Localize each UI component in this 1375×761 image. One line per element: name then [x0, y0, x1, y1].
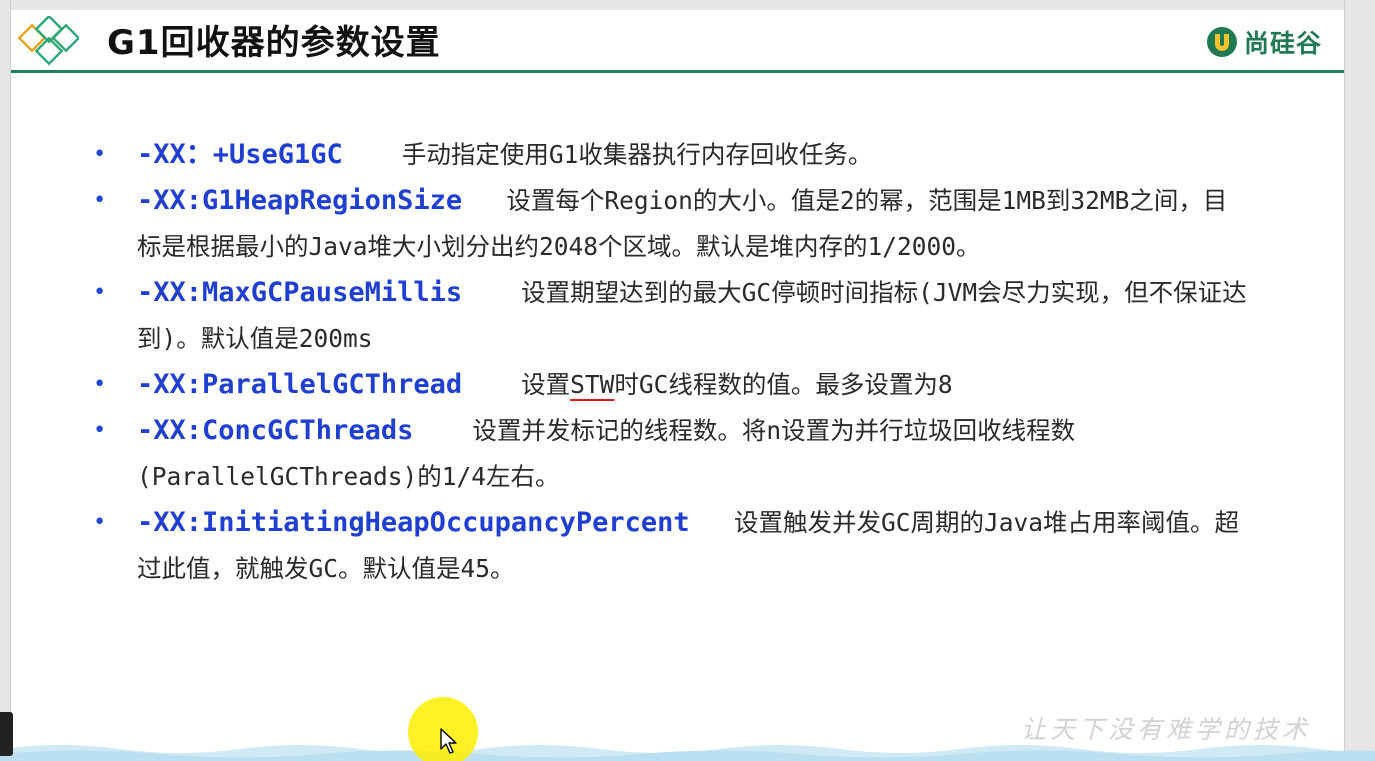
- param-name: -XX:ParallelGCThread: [137, 369, 463, 400]
- list-item: • -XX:MaxGCPauseMillis 设置期望达到的最大GC停顿时间指标…: [89, 270, 1249, 362]
- list-item: • -XX:ParallelGCThread 设置STW时GC线程数的值。最多设…: [89, 362, 1249, 408]
- param-name: -XX:InitiatingHeapOccupancyPercent: [137, 507, 690, 538]
- window-top-border: [0, 0, 1375, 10]
- title-divider: [11, 70, 1344, 73]
- stw-highlight: STW: [570, 370, 615, 399]
- mouse-pointer-icon: [440, 728, 457, 754]
- diamond-logo-icon: [17, 16, 79, 66]
- brand: 尚硅谷: [1206, 24, 1322, 60]
- side-panel-handle[interactable]: [0, 712, 13, 756]
- list-item: • -XX:ConcGCThreads 设置并发标记的线程数。将n设置为并行垃圾…: [89, 408, 1249, 500]
- bullet: •: [93, 510, 107, 535]
- brand-mark-icon: [1206, 27, 1237, 57]
- bullet: •: [93, 418, 107, 443]
- param-description-end: 时GC线程数的值。最多设置为8: [614, 370, 953, 399]
- list-item: • -XX：+UseG1GC 手动指定使用G1收集器执行内存回收任务。: [89, 132, 1249, 178]
- list-item: • -XX:G1HeapRegionSize 设置每个Region的大小。值是2…: [89, 178, 1249, 270]
- param-name: -XX:ConcGCThreads: [137, 415, 414, 446]
- param-name: -XX:MaxGCPauseMillis: [137, 277, 463, 308]
- bullet: •: [93, 280, 107, 305]
- bottom-wave-decoration: [0, 745, 1375, 761]
- window-right-border: [1344, 0, 1375, 761]
- bullet: •: [93, 142, 107, 167]
- parameter-list: • -XX：+UseG1GC 手动指定使用G1收集器执行内存回收任务。 • -X…: [89, 132, 1249, 592]
- list-item: • -XX:InitiatingHeapOccupancyPercent 设置触…: [89, 500, 1249, 592]
- param-description-start: 设置: [521, 370, 571, 399]
- param-name: -XX:G1HeapRegionSize: [137, 185, 463, 216]
- slide: G1回收器的参数设置 尚硅谷 • -XX：+UseG1GC 手动指定使用G1收集…: [11, 10, 1344, 761]
- bullet: •: [93, 372, 107, 397]
- page-title: G1回收器的参数设置: [107, 23, 441, 63]
- brand-name: 尚硅谷: [1243, 29, 1322, 58]
- param-description: 手动指定使用G1收集器执行内存回收任务。: [401, 140, 873, 169]
- window-left-border: [0, 0, 11, 761]
- param-name: -XX：+UseG1GC: [137, 139, 343, 170]
- bullet: •: [93, 188, 107, 213]
